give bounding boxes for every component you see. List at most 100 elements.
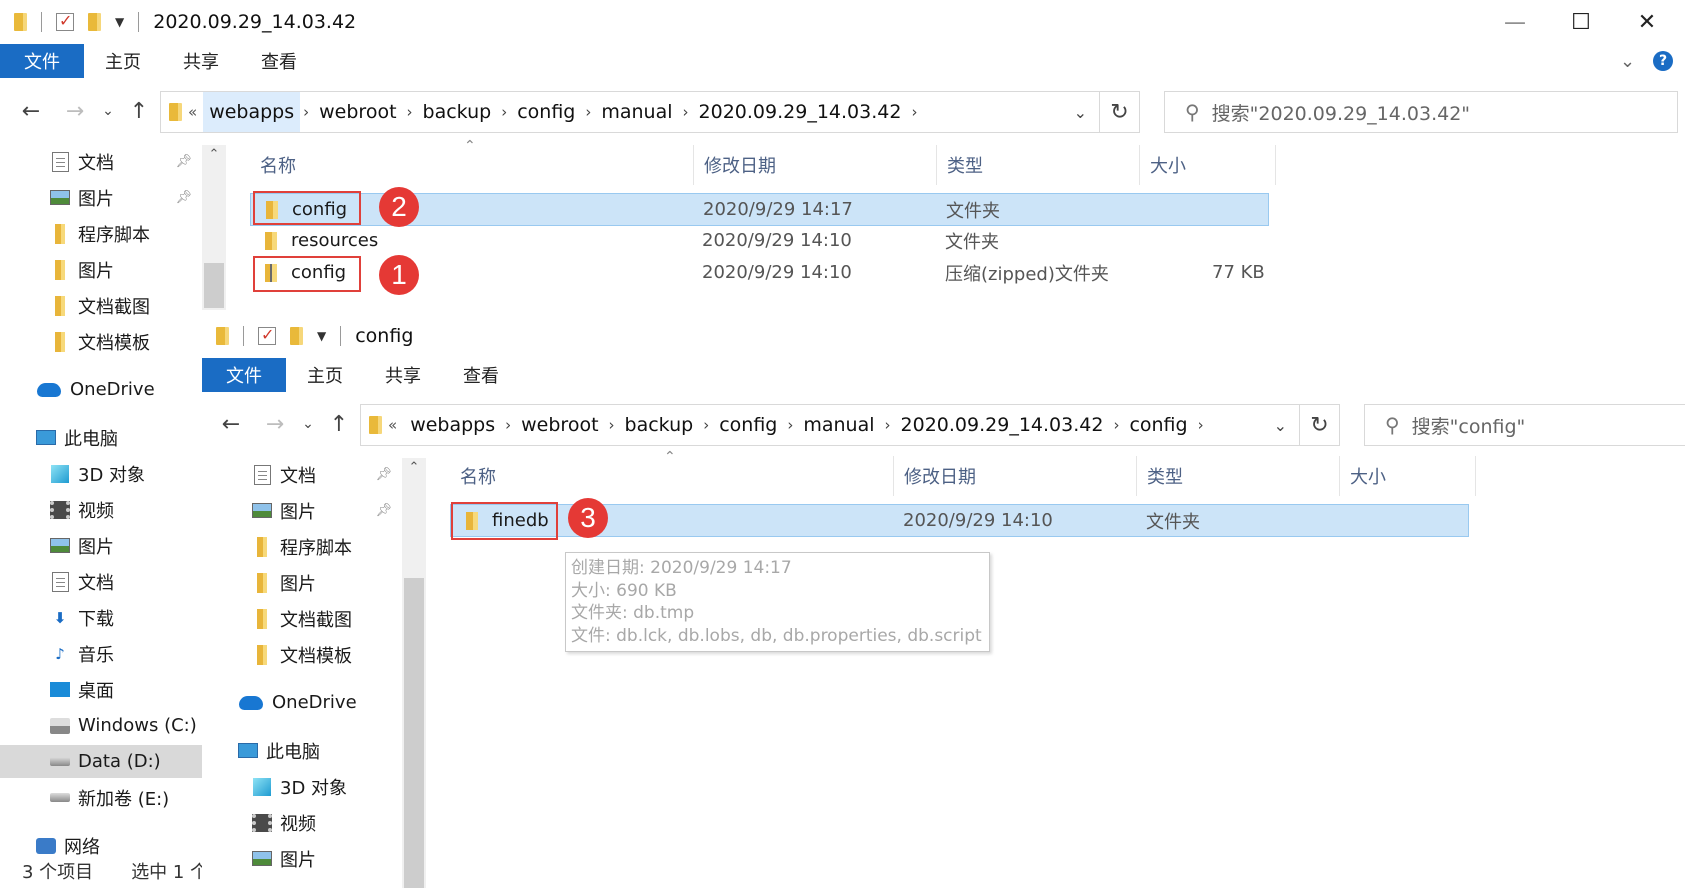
pin-icon[interactable]: 📌︎ — [175, 190, 192, 205]
nav-item-this-pc[interactable]: 此电脑 — [202, 734, 402, 767]
search-box[interactable]: ⚲ 搜索"config" — [1364, 404, 1685, 446]
help-icon[interactable]: ? — [1653, 51, 1674, 71]
chevron-right-icon[interactable]: › — [784, 416, 796, 434]
nav-item-documents[interactable]: 文档 📌︎ — [202, 458, 402, 491]
tab-home[interactable]: 主页 — [286, 358, 364, 392]
breadcrumb-backup-folder[interactable]: 2020.09.29_14.03.42 — [692, 101, 909, 123]
chevron-right-icon[interactable]: › — [502, 416, 514, 434]
chevron-right-icon[interactable]: › — [300, 103, 312, 121]
forward-arrow-icon[interactable]: → — [258, 396, 292, 452]
breadcrumb-config-current[interactable]: config — [1122, 414, 1194, 436]
nav-pane-scrollbar[interactable]: ⌃ — [202, 145, 226, 310]
column-type[interactable]: 类型 — [937, 145, 1140, 185]
chevron-right-icon[interactable]: › — [882, 416, 894, 434]
chevron-right-icon[interactable]: › — [680, 103, 692, 121]
address-history-chevron-icon[interactable]: ⌄ — [1074, 103, 1087, 122]
properties-icon[interactable] — [258, 325, 276, 345]
tab-file[interactable]: 文件 — [0, 44, 84, 78]
up-arrow-icon[interactable]: ↑ — [324, 396, 354, 452]
tab-view[interactable]: 查看 — [240, 44, 318, 78]
new-folder-icon[interactable] — [88, 13, 101, 31]
breadcrumb-webroot[interactable]: webroot — [514, 414, 605, 436]
tab-share[interactable]: 共享 — [364, 358, 442, 392]
nav-item-drive-e[interactable]: 新加卷 (E:) — [0, 781, 202, 814]
column-date-modified[interactable]: 修改日期 — [894, 456, 1137, 496]
minimize-button[interactable]: — — [1482, 0, 1548, 44]
nav-item-scripts[interactable]: 程序脚本 — [202, 530, 402, 563]
customize-toolbar-chevron-down-icon[interactable]: ▼ — [317, 329, 326, 343]
column-size[interactable]: 大小 — [1340, 456, 1476, 496]
breadcrumb-backup-folder[interactable]: 2020.09.29_14.03.42 — [894, 414, 1111, 436]
breadcrumb-backup[interactable]: backup — [416, 101, 499, 123]
nav-item-desktop[interactable]: 桌面 — [0, 673, 202, 706]
close-button[interactable]: ✕ — [1614, 0, 1680, 44]
pin-icon[interactable]: 📌︎ — [175, 154, 192, 169]
expand-ribbon-chevron-icon[interactable]: ⌄ — [1620, 51, 1635, 72]
address-bar[interactable]: « webapps › webroot › backup › config › … — [360, 404, 1300, 446]
nav-item-drive-d[interactable]: Data (D:) — [0, 745, 202, 778]
column-date-modified[interactable]: 修改日期 — [694, 145, 937, 185]
refresh-icon[interactable]: ↻ — [1100, 91, 1140, 133]
tab-share[interactable]: 共享 — [162, 44, 240, 78]
nav-item-pictures-folder[interactable]: 图片 — [202, 566, 402, 599]
chevron-right-icon[interactable]: › — [606, 416, 618, 434]
nav-item-documents[interactable]: 文档 📌︎ — [0, 145, 202, 178]
column-size[interactable]: 大小 — [1140, 145, 1276, 185]
scroll-thumb[interactable] — [404, 578, 424, 888]
chevron-right-icon[interactable]: › — [1195, 416, 1207, 434]
pin-icon[interactable]: 📌︎ — [375, 503, 392, 518]
nav-item-videos[interactable]: 视频 — [202, 806, 402, 839]
recent-locations-chevron-icon[interactable]: ⌄ — [296, 396, 320, 452]
nav-item-3d-objects[interactable]: 3D 对象 — [0, 457, 202, 490]
nav-item-pictures-folder[interactable]: 图片 — [0, 253, 202, 286]
up-arrow-icon[interactable]: ↑ — [124, 83, 154, 139]
breadcrumb-webapps[interactable]: webapps — [403, 414, 502, 436]
chevron-right-icon[interactable]: › — [908, 103, 920, 121]
address-overflow[interactable]: « — [382, 416, 403, 434]
nav-item-pictures[interactable]: 图片 📌︎ — [202, 494, 402, 527]
properties-icon[interactable] — [56, 11, 74, 31]
column-type[interactable]: 类型 — [1137, 456, 1340, 496]
back-arrow-icon[interactable]: ← — [214, 396, 248, 452]
breadcrumb-manual[interactable]: manual — [796, 414, 881, 436]
scroll-up-icon[interactable]: ⌃ — [202, 147, 226, 162]
nav-item-doc-templates[interactable]: 文档模板 — [202, 638, 402, 671]
nav-item-doc-screenshots[interactable]: 文档截图 — [202, 602, 402, 635]
nav-pane-scrollbar[interactable]: ⌃ — [402, 458, 426, 888]
forward-arrow-icon[interactable]: → — [58, 83, 92, 139]
breadcrumb-webroot[interactable]: webroot — [312, 101, 403, 123]
chevron-right-icon[interactable]: › — [1110, 416, 1122, 434]
nav-item-3d-objects[interactable]: 3D 对象 — [202, 770, 402, 803]
tab-view[interactable]: 查看 — [442, 358, 520, 392]
breadcrumb-manual[interactable]: manual — [594, 101, 679, 123]
address-history-chevron-icon[interactable]: ⌄ — [1274, 416, 1287, 435]
tab-home[interactable]: 主页 — [84, 44, 162, 78]
search-box[interactable]: ⚲ 搜索"2020.09.29_14.03.42" — [1164, 91, 1678, 133]
tab-file[interactable]: 文件 — [202, 358, 286, 392]
refresh-icon[interactable]: ↻ — [1300, 404, 1340, 446]
chevron-right-icon[interactable]: › — [404, 103, 416, 121]
nav-item-pictures-pc[interactable]: 图片 — [202, 842, 402, 875]
nav-item-music[interactable]: ♪ 音乐 — [0, 637, 202, 670]
nav-item-onedrive[interactable]: OneDrive — [0, 373, 202, 406]
nav-item-doc-screenshots[interactable]: 文档截图 — [0, 289, 202, 322]
nav-item-videos[interactable]: 视频 — [0, 493, 202, 526]
nav-item-pictures[interactable]: 图片 📌︎ — [0, 181, 202, 214]
breadcrumb-backup[interactable]: backup — [618, 414, 701, 436]
maximize-button[interactable]: ☐ — [1548, 0, 1614, 44]
nav-item-pictures-pc[interactable]: 图片 — [0, 529, 202, 562]
nav-item-onedrive[interactable]: OneDrive — [202, 686, 402, 719]
breadcrumb-config[interactable]: config — [712, 414, 784, 436]
address-bar[interactable]: « webapps › webroot › backup › config › … — [160, 91, 1100, 133]
new-folder-icon[interactable] — [290, 327, 303, 345]
customize-toolbar-chevron-down-icon[interactable]: ▼ — [115, 15, 124, 29]
scroll-thumb[interactable] — [204, 263, 224, 308]
scroll-up-icon[interactable]: ⌃ — [402, 460, 426, 475]
nav-item-downloads[interactable]: ⬇︎ 下载 — [0, 601, 202, 634]
chevron-right-icon[interactable]: › — [498, 103, 510, 121]
address-overflow[interactable]: « — [182, 103, 203, 121]
chevron-right-icon[interactable]: › — [700, 416, 712, 434]
nav-item-doc-templates[interactable]: 文档模板 — [0, 325, 202, 358]
nav-item-this-pc[interactable]: 此电脑 — [0, 421, 202, 454]
nav-item-scripts[interactable]: 程序脚本 — [0, 217, 202, 250]
